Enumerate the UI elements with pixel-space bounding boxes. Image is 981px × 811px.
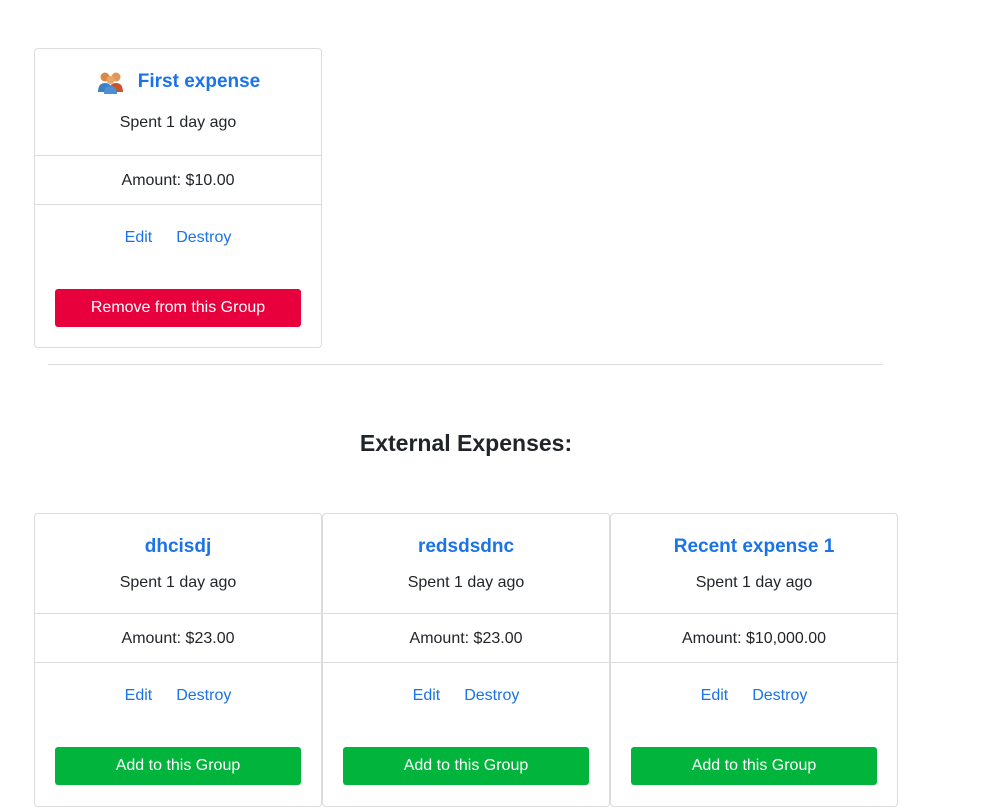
title-row: dhcisdj xyxy=(35,536,321,558)
external-expenses-heading: External Expenses: xyxy=(359,430,573,456)
card-footer: Edit Destroy Add to this Group xyxy=(35,663,321,806)
external-expense-card: Recent expense 1 Spent 1 day ago Amount:… xyxy=(610,513,898,807)
expense-title-link[interactable]: dhcisdj xyxy=(145,536,212,558)
card-footer: Edit Destroy Remove from this Group xyxy=(35,205,321,348)
spent-time: Spent 1 day ago xyxy=(119,114,237,131)
spent-time: Spent 1 day ago xyxy=(695,574,813,591)
edit-link[interactable]: Edit xyxy=(125,687,153,705)
card-header: First expense Spent 1 day ago xyxy=(35,49,321,156)
title-row: redsdsdnc xyxy=(323,536,609,558)
add-to-group-button[interactable]: Add to this Group xyxy=(55,747,301,785)
add-to-group-button[interactable]: Add to this Group xyxy=(343,747,589,785)
spent-time: Spent 1 day ago xyxy=(407,574,525,591)
external-expense-card: redsdsdnc Spent 1 day ago Amount: $23.00… xyxy=(322,513,610,807)
external-expense-card: dhcisdj Spent 1 day ago Amount: $23.00 E… xyxy=(34,513,322,807)
add-to-group-button[interactable]: Add to this Group xyxy=(631,747,877,785)
title-row: Recent expense 1 xyxy=(611,536,897,558)
action-links: Edit Destroy xyxy=(323,687,609,705)
expense-amount: Amount: $10.00 xyxy=(35,156,321,205)
destroy-link[interactable]: Destroy xyxy=(752,687,807,705)
action-links: Edit Destroy xyxy=(35,687,321,705)
edit-link[interactable]: Edit xyxy=(413,687,441,705)
expense-title-link[interactable]: Recent expense 1 xyxy=(674,536,835,558)
expense-title-link[interactable]: redsdsdnc xyxy=(418,536,514,558)
remove-from-group-button[interactable]: Remove from this Group xyxy=(55,289,301,327)
spent-time: Spent 1 day ago xyxy=(119,574,237,591)
card-footer: Edit Destroy Add to this Group xyxy=(611,663,897,806)
card-header: dhcisdj Spent 1 day ago xyxy=(35,514,321,614)
expense-amount: Amount: $23.00 xyxy=(323,614,609,663)
destroy-link[interactable]: Destroy xyxy=(176,229,231,247)
card-footer: Edit Destroy Add to this Group xyxy=(323,663,609,806)
group-expense-card: First expense Spent 1 day ago Amount: $1… xyxy=(34,48,322,348)
section-divider xyxy=(48,364,883,365)
edit-link[interactable]: Edit xyxy=(125,229,153,247)
group-users-icon xyxy=(96,70,126,94)
action-links: Edit Destroy xyxy=(611,687,897,705)
expense-amount: Amount: $23.00 xyxy=(35,614,321,663)
card-header: Recent expense 1 Spent 1 day ago xyxy=(611,514,897,614)
destroy-link[interactable]: Destroy xyxy=(176,687,231,705)
edit-link[interactable]: Edit xyxy=(701,687,729,705)
title-row: First expense xyxy=(35,70,321,94)
destroy-link[interactable]: Destroy xyxy=(464,687,519,705)
expense-title-link[interactable]: First expense xyxy=(138,71,261,93)
expense-amount: Amount: $10,000.00 xyxy=(611,614,897,663)
action-links: Edit Destroy xyxy=(35,229,321,247)
card-header: redsdsdnc Spent 1 day ago xyxy=(323,514,609,614)
